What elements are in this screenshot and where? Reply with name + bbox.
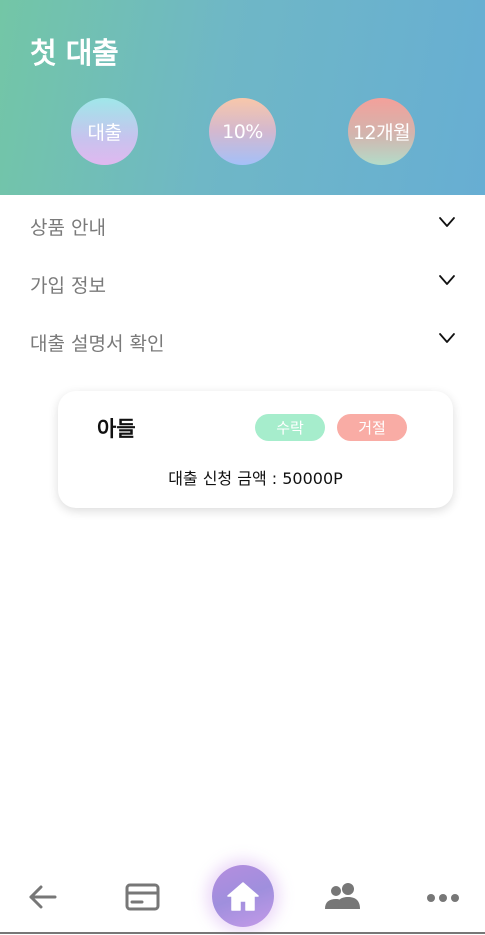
menu-item-label: 상품 안내	[30, 217, 106, 239]
chevron-down-icon	[439, 275, 455, 285]
loan-type-badge: 대출	[71, 98, 138, 165]
menu-item-signup-info[interactable]: 가입 정보	[0, 257, 485, 307]
menu-item-label: 가입 정보	[30, 275, 106, 297]
card-icon[interactable]	[125, 883, 160, 911]
reject-button[interactable]: 거절	[337, 414, 407, 441]
bottom-divider	[0, 932, 485, 934]
accept-button[interactable]: 수락	[255, 414, 325, 441]
page-title: 첫 대출	[30, 36, 119, 70]
home-button[interactable]	[212, 865, 274, 927]
back-arrow-icon[interactable]	[28, 884, 58, 910]
menu-item-label: 대출 설명서 확인	[30, 333, 165, 355]
loan-period-badge: 12개월	[348, 98, 415, 165]
chevron-down-icon	[439, 217, 455, 227]
header-banner: 첫 대출 대출 10% 12개월	[0, 0, 485, 195]
loan-amount-text: 대출 신청 금액 : 50000P	[168, 469, 343, 488]
chevron-down-icon	[439, 333, 455, 343]
home-icon	[227, 882, 259, 911]
bottom-navigation	[0, 860, 485, 935]
menu-item-loan-terms[interactable]: 대출 설명서 확인	[0, 315, 485, 365]
people-icon[interactable]	[324, 882, 362, 910]
requester-name: 아들	[97, 417, 136, 441]
more-icon[interactable]	[426, 893, 460, 903]
menu-item-product-info[interactable]: 상품 안내	[0, 199, 485, 249]
loan-request-card: 아들 수락 거절 대출 신청 금액 : 50000P	[58, 391, 453, 508]
interest-rate-badge: 10%	[209, 98, 276, 165]
